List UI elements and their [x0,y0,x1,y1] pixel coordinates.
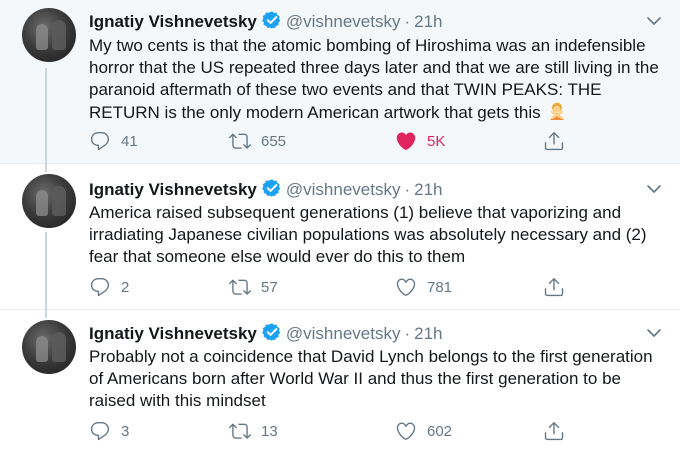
tweet-actions: 41 655 5K [89,130,589,154]
share-button[interactable] [543,420,565,442]
share-icon [544,278,564,297]
avatar[interactable] [22,8,76,62]
retweet-button[interactable]: 13 [229,420,278,442]
retweet-icon [229,279,251,295]
retweet-icon [229,133,251,149]
thread-line-top [45,310,47,318]
like-count: 602 [427,422,453,440]
reply-button[interactable]: 41 [89,130,138,152]
like-button[interactable]: 5K [395,130,445,152]
author-name[interactable]: Ignatiy Vishnevetsky [89,324,257,343]
thread-line [45,232,47,310]
author-name[interactable]: Ignatiy Vishnevetsky [89,180,257,199]
chevron-down-icon[interactable] [646,181,662,197]
separator: · [404,12,411,31]
thread-line-top [45,164,47,172]
like-button[interactable]: 781 [395,276,452,298]
retweet-button[interactable]: 655 [229,130,286,152]
tweet-actions: 3 13 602 [89,420,589,444]
reply-count: 3 [121,422,130,440]
tweet-thread: Ignatiy Vishnevetsky @vishnevetsky · 21h My… [0,0,680,452]
avatar[interactable] [22,320,76,374]
tweet-text: My two cents is that the atomic bombing … [89,35,659,127]
author-handle[interactable]: @vishnevetsky [286,180,401,199]
person-gesturing-no-emoji [547,101,567,127]
like-icon [396,278,416,296]
like-icon [396,132,416,150]
tweet-header: Ignatiy Vishnevetsky @vishnevetsky · 21h [89,178,443,203]
retweet-count: 57 [261,278,278,296]
share-icon [544,132,564,151]
timestamp[interactable]: 21h [414,180,442,199]
share-button[interactable] [543,130,565,152]
author-name[interactable]: Ignatiy Vishnevetsky [89,12,257,31]
tweet-header: Ignatiy Vishnevetsky @vishnevetsky · 21h [89,322,443,347]
tweet-text-content: My two cents is that the atomic bombing … [89,36,659,122]
chevron-down-icon[interactable] [646,13,662,29]
avatar[interactable] [22,174,76,228]
reply-count: 2 [121,278,130,296]
tweet-3[interactable]: Ignatiy Vishnevetsky @vishnevetsky · 21h Pr… [0,310,680,452]
tweet-header: Ignatiy Vishnevetsky @vishnevetsky · 21h [89,10,443,35]
thread-line [45,68,47,164]
separator: · [404,180,411,199]
chevron-down-icon[interactable] [646,325,662,341]
like-icon [396,422,416,440]
tweet-1[interactable]: Ignatiy Vishnevetsky @vishnevetsky · 21h My… [0,0,680,164]
retweet-count: 13 [261,422,278,440]
like-button[interactable]: 602 [395,420,452,442]
tweet-text: Probably not a coincidence that David Ly… [89,347,653,410]
author-handle[interactable]: @vishnevetsky [286,12,401,31]
timestamp[interactable]: 21h [414,12,442,31]
retweet-button[interactable]: 57 [229,276,278,298]
timestamp[interactable]: 21h [414,324,442,343]
share-button[interactable] [543,276,565,298]
retweet-count: 655 [261,132,287,150]
reply-icon [90,132,110,151]
share-icon [544,422,564,441]
verified-badge-icon [261,322,282,347]
reply-button[interactable]: 3 [89,420,129,442]
tweet-text: America raised subsequent generations (1… [89,203,647,266]
tweet-2[interactable]: Ignatiy Vishnevetsky @vishnevetsky · 21h Am… [0,164,680,310]
reply-icon [90,278,110,297]
retweet-icon [229,423,251,439]
reply-button[interactable]: 2 [89,276,129,298]
verified-badge-icon [261,10,282,35]
reply-icon [90,422,110,441]
author-handle[interactable]: @vishnevetsky [286,324,401,343]
separator: · [404,324,411,343]
verified-badge-icon [261,178,282,203]
like-count: 781 [427,278,453,296]
reply-count: 41 [121,132,138,150]
like-count: 5K [427,132,446,150]
tweet-actions: 2 57 781 [89,276,589,300]
